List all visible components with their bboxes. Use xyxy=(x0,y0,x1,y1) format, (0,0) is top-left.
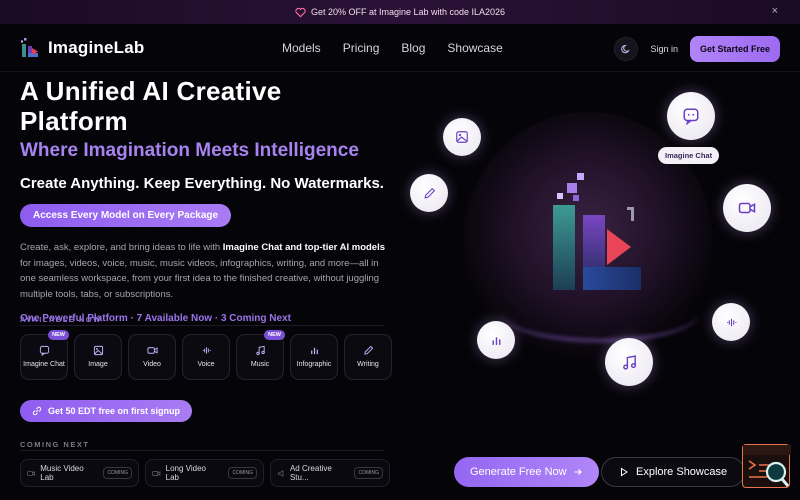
desc-part-1: Create, ask, explore, and bring ideas to… xyxy=(20,242,223,253)
hero-tagline: Create Anything. Keep Everything. No Wat… xyxy=(20,175,384,192)
video-icon xyxy=(146,347,158,354)
available-cards: NEW Imagine Chat Image Video Voice NEW M… xyxy=(20,330,392,380)
divider xyxy=(20,450,384,451)
heart-icon xyxy=(295,7,306,18)
access-models-pill[interactable]: Access Every Model on Every Package xyxy=(20,204,232,227)
explore-label: Explore Showcase xyxy=(636,466,728,478)
image-icon xyxy=(93,345,103,356)
coming-badge: COMING xyxy=(354,467,383,479)
model-card-chat[interactable]: NEW Imagine Chat xyxy=(20,330,69,380)
brand-mark-icon xyxy=(553,173,641,290)
voice-icon xyxy=(726,318,736,326)
promo-bar: Get 20% OFF at Imagine Lab with code ILA… xyxy=(0,0,800,24)
new-badge: NEW xyxy=(48,330,69,340)
close-icon[interactable]: × xyxy=(772,5,778,17)
logo-text: ImagineLab xyxy=(48,37,145,57)
model-label: Image xyxy=(88,361,108,368)
coming-label: Music Video Lab xyxy=(40,464,84,482)
model-card-voice[interactable]: Voice xyxy=(182,334,230,380)
link-icon xyxy=(32,406,42,416)
hero-visual: Imagine Chat xyxy=(395,72,800,500)
model-card-image[interactable]: Image xyxy=(74,334,122,380)
moon-icon xyxy=(621,44,631,54)
theme-toggle[interactable] xyxy=(614,37,639,61)
chat-bubble-label: Imagine Chat xyxy=(658,147,720,164)
arrow-right-icon xyxy=(574,469,582,475)
signup-label: Get 50 EDT free on first signup xyxy=(48,406,181,416)
chart-bubble-button[interactable] xyxy=(477,321,515,359)
nav-showcase[interactable]: Showcase xyxy=(447,41,502,55)
page-subtitle: Where Imagination Meets Intelligence xyxy=(20,140,359,161)
nav-models[interactable]: Models xyxy=(282,41,321,55)
coming-card-ad-creative[interactable]: Ad Creative Stu... COMING xyxy=(270,459,390,487)
get-started-button[interactable]: Get Started Free xyxy=(689,36,780,62)
new-badge: NEW xyxy=(264,330,285,340)
coming-cards: Music Video Lab COMING Long Video Lab CO… xyxy=(20,459,390,487)
hero: A Unified AI Creative Platform Where Ima… xyxy=(20,76,390,324)
voice-bubble-button[interactable] xyxy=(712,303,750,341)
music-icon xyxy=(255,345,265,356)
model-label: Infographic xyxy=(296,361,332,368)
logo-icon xyxy=(21,37,38,57)
chat-icon xyxy=(683,108,699,125)
pen-icon xyxy=(363,345,373,355)
divider xyxy=(20,325,384,326)
nav-pricing[interactable]: Pricing xyxy=(343,41,380,55)
video-icon xyxy=(738,202,756,214)
coming-label: Long Video Lab xyxy=(165,464,206,482)
video-icon xyxy=(152,470,161,476)
nav-blog[interactable]: Blog xyxy=(401,41,425,55)
image-icon xyxy=(456,131,468,143)
coming-label: Ad Creative Stu... xyxy=(289,464,332,482)
page-title: A Unified AI Creative Platform xyxy=(20,76,282,136)
coming-card-long-video[interactable]: Long Video Lab COMING xyxy=(145,459,264,487)
play-icon xyxy=(621,467,628,477)
model-label: Video xyxy=(143,361,161,368)
coming-card-music-video[interactable]: Music Video Lab COMING xyxy=(20,459,139,487)
logo[interactable]: ImagineLab xyxy=(20,37,144,59)
help-widget[interactable] xyxy=(742,444,791,488)
music-icon xyxy=(622,354,636,370)
coming-heading: COMING NEXT xyxy=(20,440,90,449)
chart-icon xyxy=(492,336,500,345)
chat-bubble-button[interactable] xyxy=(667,92,715,140)
video-icon xyxy=(27,470,35,476)
model-card-infographic[interactable]: Infographic xyxy=(290,334,338,380)
generate-free-button[interactable]: Generate Free Now xyxy=(454,457,599,487)
chat-icon xyxy=(39,345,49,356)
promo-text: Get 20% OFF at Imagine Lab with code ILA… xyxy=(310,7,506,17)
video-bubble-button[interactable] xyxy=(723,184,771,232)
coming-badge: COMING xyxy=(228,467,257,479)
chart-icon xyxy=(310,347,318,355)
music-bubble-button[interactable] xyxy=(605,338,653,386)
megaphone-icon xyxy=(277,469,284,477)
pen-icon xyxy=(423,187,435,199)
model-card-music[interactable]: NEW Music xyxy=(236,330,285,380)
desc-part-2: for images, videos, voice, music, music … xyxy=(20,257,380,300)
writing-bubble-button[interactable] xyxy=(410,174,448,212)
explore-showcase-button[interactable]: Explore Showcase xyxy=(601,457,746,487)
model-label: Voice xyxy=(197,361,215,368)
main-menu: Models Pricing Blog Showcase xyxy=(282,41,503,55)
generate-label: Generate Free Now xyxy=(470,466,567,478)
image-bubble-button[interactable] xyxy=(443,118,481,156)
search-doc-icon xyxy=(743,445,791,487)
model-label: Writing xyxy=(357,361,379,368)
coming-badge: COMING xyxy=(103,467,132,479)
hero-description: Create, ask, explore, and bring ideas to… xyxy=(20,240,392,302)
signup-bonus-button[interactable]: Get 50 EDT free on first signup xyxy=(20,400,193,422)
model-card-writing[interactable]: Writing xyxy=(344,334,392,380)
desc-bold: Imagine Chat and top-tier AI models xyxy=(222,242,386,253)
model-card-video[interactable]: Video xyxy=(128,334,176,380)
top-nav: ImagineLab Models Pricing Blog Showcase … xyxy=(0,24,800,72)
available-heading: AVAILABLE NOW xyxy=(20,315,102,324)
model-label: Imagine Chat xyxy=(23,361,65,368)
sign-in-link[interactable]: Sign in xyxy=(646,44,682,54)
model-label: Music xyxy=(250,361,270,368)
nav-actions: Sign in Get Started Free xyxy=(614,36,780,62)
voice-icon xyxy=(202,347,211,354)
